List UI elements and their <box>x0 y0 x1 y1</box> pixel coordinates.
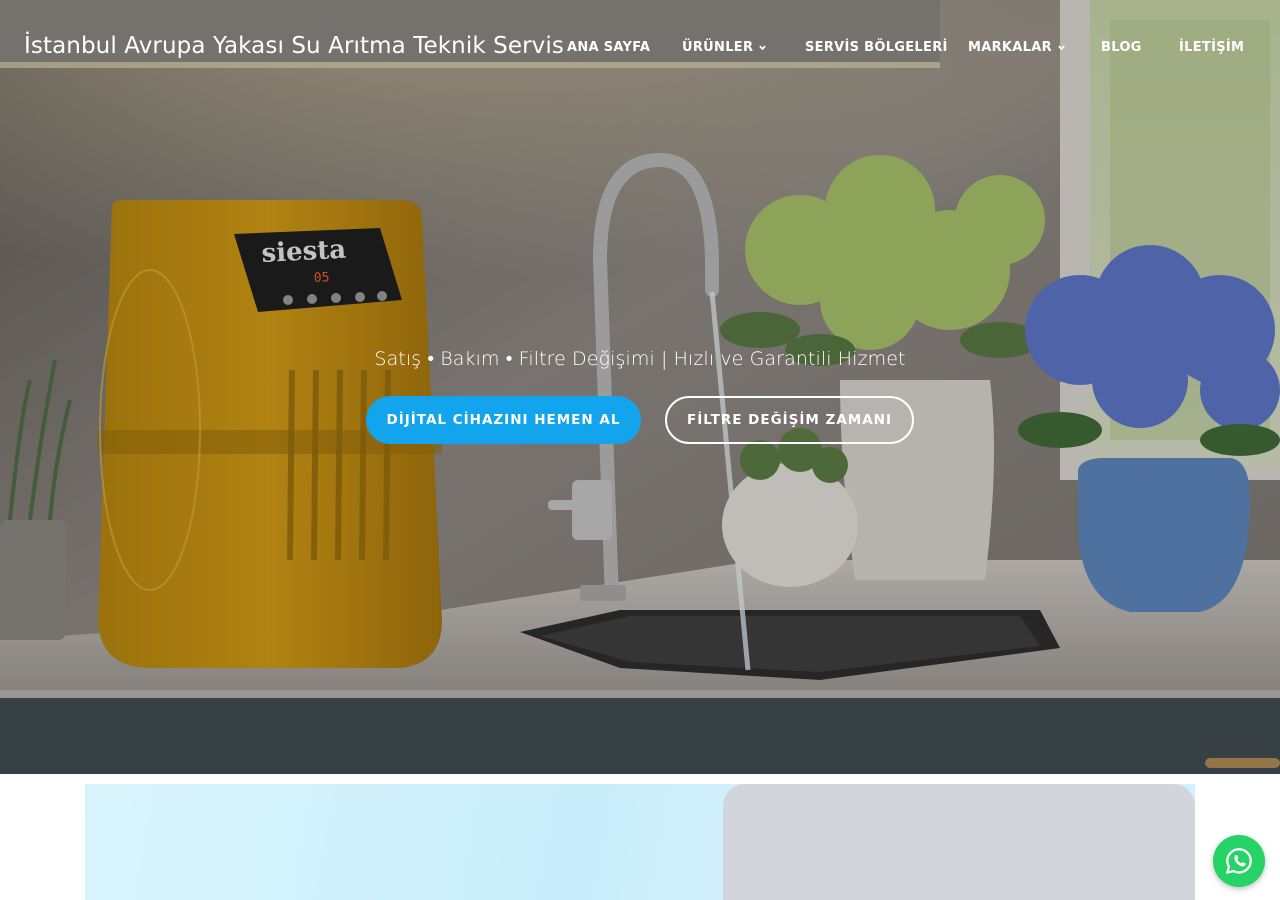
hero-dark-overlay <box>0 0 1280 774</box>
chevron-down-icon <box>1058 45 1065 51</box>
nav-item-urunler[interactable]: ÜRÜNLER <box>682 40 767 55</box>
whatsapp-button[interactable] <box>1213 835 1265 887</box>
nav-item-ana-sayfa[interactable]: ANA SAYFA <box>567 40 650 55</box>
hero-tagline: Satış • Bakım • Filtre Değişimi | Hızlı … <box>374 348 906 370</box>
nav-item-label: SERVİS BÖLGELERİ <box>805 40 948 55</box>
buy-digital-device-button[interactable]: DİJİTAL CİHAZINI HEMEN AL <box>366 396 641 444</box>
nav-item-markalar[interactable]: MARKALAR <box>968 40 1066 55</box>
nav-item-label: İLETİŞİM <box>1179 40 1245 55</box>
hero-section: siesta 05 İstanbul Avrupa Yakası Su Arıt… <box>0 0 1280 774</box>
nav-item-servis-bolgeleri[interactable]: SERVİS BÖLGELERİ <box>805 40 948 55</box>
nav-item-label: ÜRÜNLER <box>682 40 754 55</box>
site-title-link[interactable]: İstanbul Avrupa Yakası Su Arıtma Teknik … <box>24 33 564 59</box>
nav-item-blog[interactable]: BLOG <box>1101 40 1142 55</box>
nav-item-label: MARKALAR <box>968 40 1052 55</box>
nav-item-label: ANA SAYFA <box>567 40 651 55</box>
nav-item-label: BLOG <box>1101 40 1142 55</box>
filter-change-time-button[interactable]: FİLTRE DEĞİŞİM ZAMANI <box>665 396 914 444</box>
whatsapp-icon <box>1226 848 1252 874</box>
site-header: İstanbul Avrupa Yakası Su Arıtma Teknik … <box>0 0 1280 96</box>
chevron-down-icon <box>759 45 767 51</box>
nav-item-iletisim[interactable]: İLETİŞİM <box>1179 40 1244 55</box>
promo-card <box>723 784 1195 900</box>
